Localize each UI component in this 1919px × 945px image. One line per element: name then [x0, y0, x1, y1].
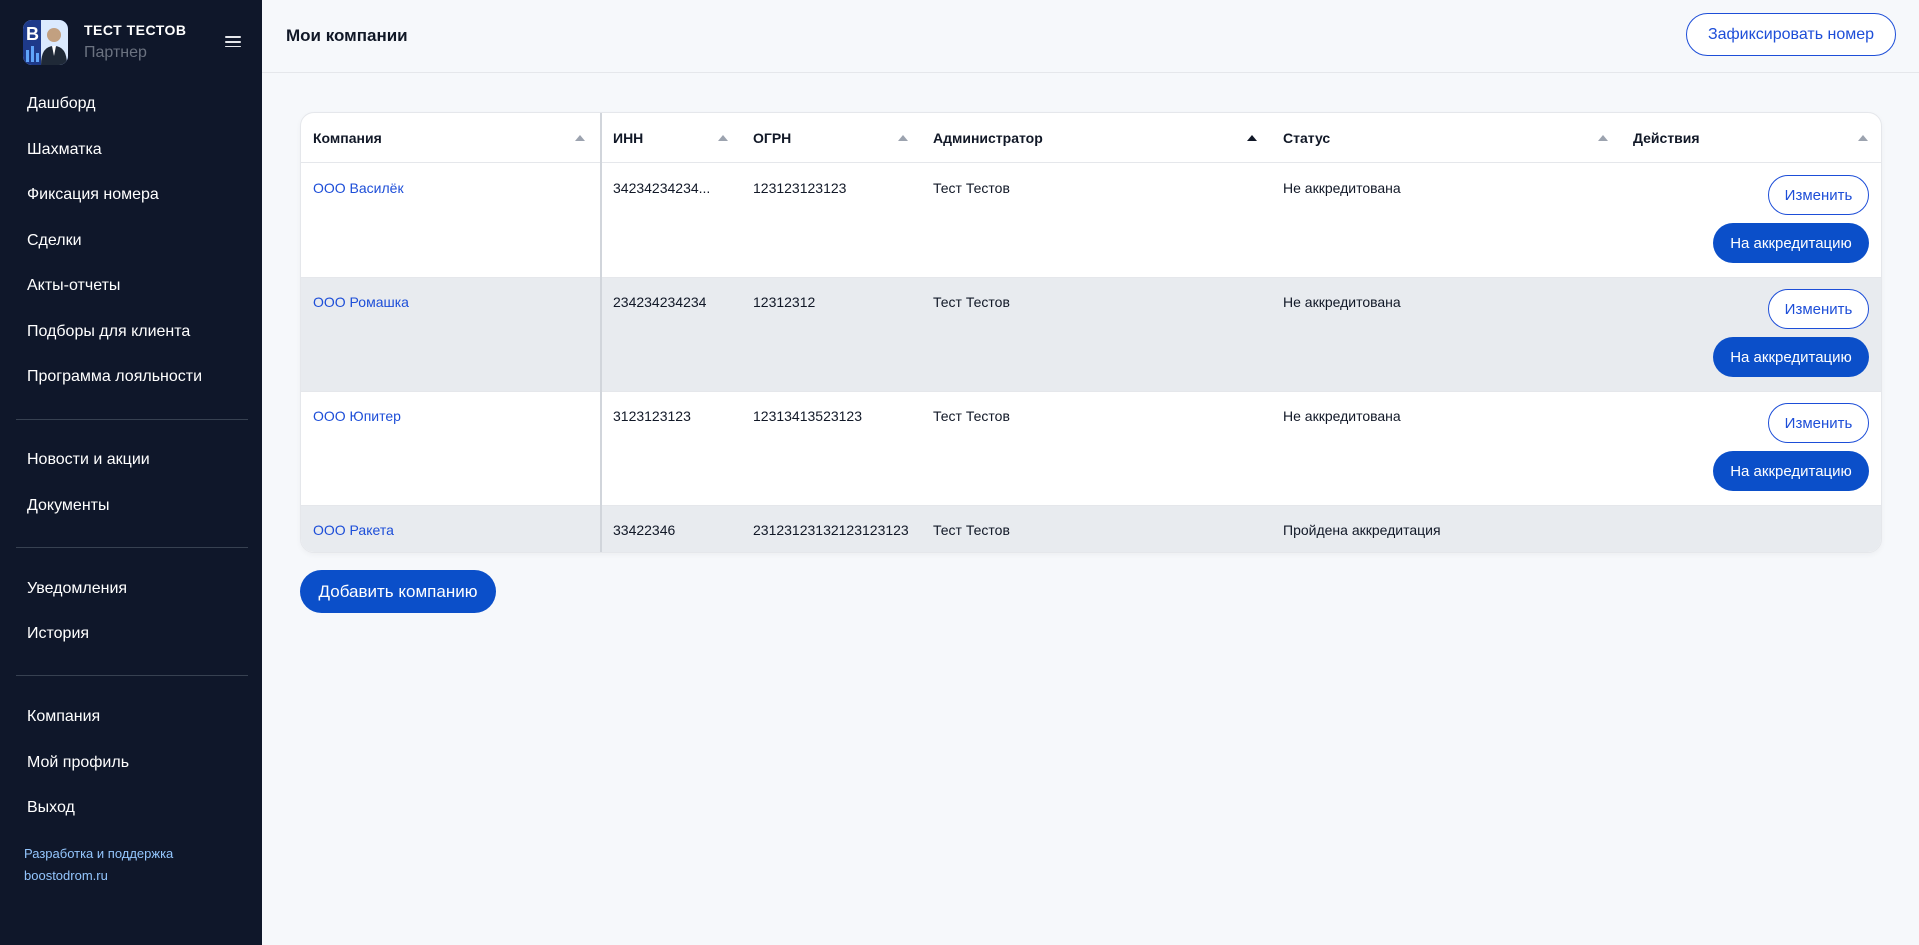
sidebar-item-profile[interactable]: Мой профиль: [27, 754, 129, 772]
inn-cell: 34234234234...: [613, 180, 711, 196]
sort-icon[interactable]: [1247, 135, 1257, 141]
column-header-label: ОГРН: [753, 130, 792, 146]
admin-cell: Тест Тестов: [933, 180, 1010, 196]
column-header-label: Администратор: [933, 130, 1043, 146]
footer-link[interactable]: boostodrom.ru: [24, 868, 108, 883]
sort-icon[interactable]: [575, 135, 585, 141]
sidebar-item-chessboard[interactable]: Шахматка: [27, 141, 102, 159]
table-row: [301, 163, 1881, 277]
page-header: Мои компании Зафиксировать номер: [262, 0, 1919, 73]
company-link[interactable]: ООО Ромашка: [313, 294, 409, 310]
ogrn-cell: 23123123132123123123: [753, 522, 909, 538]
column-header-actions[interactable]: Действия: [1621, 113, 1881, 163]
column-header-ogrn[interactable]: ОГРН: [741, 113, 921, 163]
status-cell: Не аккредитована: [1283, 180, 1401, 196]
sidebar-item-dashboard[interactable]: Дашборд: [27, 95, 96, 113]
sidebar-item-notifications[interactable]: Уведомления: [27, 580, 127, 598]
row-divider: [301, 277, 1881, 278]
table-row: [301, 391, 1881, 505]
footer-dev-text: Разработка и поддержка: [24, 846, 174, 861]
status-cell: Не аккредитована: [1283, 294, 1401, 310]
profile-role: Партнер: [84, 44, 147, 61]
sidebar-item-fix-number[interactable]: Фиксация номера: [27, 186, 159, 204]
menu-line: [225, 36, 241, 38]
column-header-label: Компания: [313, 130, 382, 146]
ogrn-cell: 123123123123: [753, 180, 847, 196]
column-header-label: ИНН: [613, 130, 644, 146]
ogrn-cell: 12313413523123: [753, 408, 863, 424]
edit-button[interactable]: Изменить: [1768, 289, 1869, 329]
ogrn-cell: 12312312: [753, 294, 816, 310]
sidebar-item-acts[interactable]: Акты-отчеты: [27, 277, 120, 295]
menu-line: [225, 45, 241, 48]
sort-icon[interactable]: [898, 135, 908, 141]
edit-button[interactable]: Изменить: [1768, 175, 1869, 215]
sidebar-item-company[interactable]: Компания: [27, 708, 100, 726]
inn-cell: 33422346: [613, 522, 676, 538]
inn-cell: 234234234234: [613, 294, 707, 310]
table-row: [301, 277, 1881, 391]
edit-button[interactable]: Изменить: [1768, 403, 1869, 443]
column-divider: [600, 113, 602, 552]
add-company-button[interactable]: Добавить компанию: [300, 570, 496, 613]
sidebar-item-deals[interactable]: Сделки: [27, 232, 82, 250]
column-header-status[interactable]: Статус: [1271, 113, 1621, 163]
page-title: Мои компании: [286, 26, 408, 45]
accreditation-button[interactable]: На аккредитацию: [1713, 337, 1869, 377]
fix-number-button[interactable]: Зафиксировать номер: [1686, 13, 1896, 56]
column-header-company[interactable]: Компания: [301, 113, 601, 163]
column-header-inn[interactable]: ИНН: [601, 113, 741, 163]
profile-name: ТЕСТ ТЕСТОВ: [84, 22, 187, 38]
status-cell: Не аккредитована: [1283, 408, 1401, 424]
company-link[interactable]: ООО Юпитер: [313, 408, 401, 424]
sort-icon[interactable]: [718, 135, 728, 141]
profile-block: B ТЕСТ ТЕСТОВ Партнер: [23, 20, 243, 66]
column-header-label: Статус: [1283, 130, 1331, 146]
menu-toggle-icon[interactable]: [223, 33, 243, 53]
inn-cell: 3123123123: [613, 408, 691, 424]
sidebar-item-loyalty[interactable]: Программа лояльности: [27, 368, 202, 386]
accreditation-button[interactable]: На аккредитацию: [1713, 223, 1869, 263]
sidebar-divider: [16, 675, 248, 676]
status-cell: Пройдена аккредитация: [1283, 522, 1441, 538]
sidebar-item-history[interactable]: История: [27, 625, 89, 643]
admin-cell: Тест Тестов: [933, 408, 1010, 424]
admin-cell: Тест Тестов: [933, 522, 1010, 538]
sidebar-divider: [16, 419, 248, 420]
sidebar-item-logout[interactable]: Выход: [27, 799, 75, 817]
sidebar-item-news[interactable]: Новости и акции: [27, 451, 150, 469]
row-divider: [301, 391, 1881, 392]
avatar: B: [23, 20, 68, 65]
companies-table: Компания ИНН ОГРН Администратор Статус Д…: [300, 112, 1882, 553]
svg-text:B: B: [26, 24, 39, 44]
row-divider: [301, 505, 1881, 506]
sidebar-item-documents[interactable]: Документы: [27, 497, 109, 515]
column-header-admin[interactable]: Администратор: [921, 113, 1271, 163]
company-link[interactable]: ООО Василёк: [313, 180, 404, 196]
admin-cell: Тест Тестов: [933, 294, 1010, 310]
sidebar-item-selections[interactable]: Подборы для клиента: [27, 323, 190, 341]
sidebar: B ТЕСТ ТЕСТОВ Партнер Дашборд Шахматка Ф…: [0, 0, 262, 945]
table-row: [301, 505, 1881, 552]
column-header-label: Действия: [1633, 130, 1700, 146]
menu-line: [225, 40, 241, 43]
sort-icon[interactable]: [1858, 135, 1868, 141]
sidebar-divider: [16, 547, 248, 548]
sort-icon[interactable]: [1598, 135, 1608, 141]
company-link[interactable]: ООО Ракета: [313, 522, 394, 538]
accreditation-button[interactable]: На аккредитацию: [1713, 451, 1869, 491]
